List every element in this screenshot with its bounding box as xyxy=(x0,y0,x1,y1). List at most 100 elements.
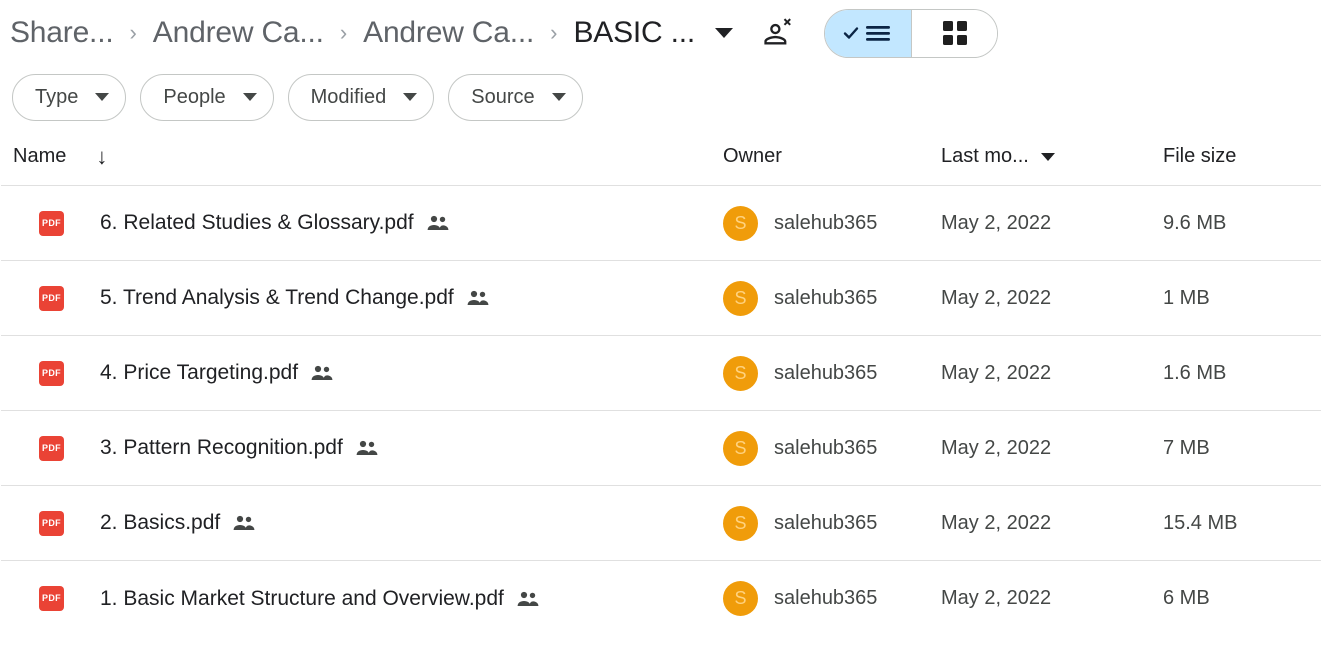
column-header-label: Name xyxy=(13,145,67,167)
filter-chip-label: Modified xyxy=(310,85,387,108)
file-size-cell: 1.6 MB xyxy=(1163,362,1321,385)
modified-cell: May 2, 2022 xyxy=(941,512,1163,535)
column-header-owner[interactable]: Owner xyxy=(723,145,941,168)
file-name-cell: PDF 2. Basics.pdf xyxy=(13,510,723,536)
file-size-label: 1.6 MB xyxy=(1163,361,1227,384)
modified-date-label: May 2, 2022 xyxy=(941,211,1052,234)
file-list-table: Name ↓ Owner Last mo... File size PDF 6.… xyxy=(0,128,1322,636)
column-header-modified[interactable]: Last mo... xyxy=(941,145,1163,168)
owner-cell: S salehub365 xyxy=(723,430,941,466)
file-name-cell: PDF 1. Basic Market Structure and Overvi… xyxy=(13,586,723,611)
avatar: S xyxy=(723,430,758,466)
file-size-label: 6 MB xyxy=(1163,587,1210,609)
table-row[interactable]: PDF 3. Pattern Recognition.pdf S salehub… xyxy=(1,411,1321,486)
breadcrumb-item-0[interactable]: Share... xyxy=(10,16,114,50)
table-body: PDF 6. Related Studies & Glossary.pdf S … xyxy=(0,186,1322,636)
file-name-cell: PDF 5. Trend Analysis & Trend Change.pdf xyxy=(13,285,723,311)
file-size-cell: 15.4 MB xyxy=(1163,512,1321,535)
owner-cell: S salehub365 xyxy=(723,505,941,541)
chevron-down-icon[interactable] xyxy=(715,28,734,38)
chevron-down-icon xyxy=(551,93,566,101)
owner-name-label: salehub365 xyxy=(774,511,878,534)
table-row[interactable]: PDF 4. Price Targeting.pdf S salehub365 … xyxy=(1,336,1321,411)
pdf-icon-label: PDF xyxy=(42,367,61,378)
file-name-cell: PDF 6. Related Studies & Glossary.pdf xyxy=(13,210,723,236)
modified-cell: May 2, 2022 xyxy=(941,212,1163,235)
modified-cell: May 2, 2022 xyxy=(941,362,1163,385)
modified-date-label: May 2, 2022 xyxy=(941,587,1052,609)
pdf-icon: PDF xyxy=(39,285,64,311)
pdf-icon-label: PDF xyxy=(42,292,61,303)
pdf-icon-label: PDF xyxy=(42,442,61,453)
filter-chip-bar: Type People Modified Source xyxy=(0,66,1322,128)
avatar: S xyxy=(723,205,758,241)
table-header-row: Name ↓ Owner Last mo... File size xyxy=(1,128,1321,186)
file-size-label: 15.4 MB xyxy=(1163,511,1238,534)
avatar: S xyxy=(723,355,758,391)
table-row[interactable]: PDF 2. Basics.pdf S salehub365 May 2, 20… xyxy=(1,486,1321,561)
file-name-cell: PDF 4. Price Targeting.pdf xyxy=(13,360,723,386)
shared-people-icon xyxy=(467,290,489,306)
file-size-label: 9.6 MB xyxy=(1163,211,1227,234)
chevron-down-icon xyxy=(1040,152,1055,161)
shared-people-icon xyxy=(233,515,255,531)
pdf-icon: PDF xyxy=(39,586,64,611)
owner-cell: S salehub365 xyxy=(723,355,941,391)
breadcrumb-item-current[interactable]: BASIC ... xyxy=(573,16,695,50)
chevron-down-icon xyxy=(242,93,257,101)
owner-name-label: salehub365 xyxy=(774,211,878,234)
filter-chip-type[interactable]: Type xyxy=(12,73,127,121)
file-size-cell: 9.6 MB xyxy=(1163,212,1321,235)
pdf-icon: PDF xyxy=(39,360,64,386)
shared-people-icon xyxy=(517,591,539,607)
table-row[interactable]: PDF 1. Basic Market Structure and Overvi… xyxy=(1,561,1321,636)
owner-name-label: salehub365 xyxy=(774,436,878,459)
pdf-icon-label: PDF xyxy=(42,217,61,228)
filter-chip-people[interactable]: People xyxy=(140,73,274,121)
file-name-cell: PDF 3. Pattern Recognition.pdf xyxy=(13,435,723,461)
modified-date-label: May 2, 2022 xyxy=(941,286,1052,309)
modified-date-label: May 2, 2022 xyxy=(941,436,1052,459)
column-header-label: File size xyxy=(1163,145,1237,167)
filter-chip-label: Type xyxy=(35,85,79,108)
file-size-label: 7 MB xyxy=(1163,436,1210,459)
breadcrumb-item-2[interactable]: Andrew Ca... xyxy=(363,16,534,50)
owner-name-label: salehub365 xyxy=(774,361,878,384)
breadcrumb-item-1[interactable]: Andrew Ca... xyxy=(153,16,324,50)
file-name-label: 1. Basic Market Structure and Overview.p… xyxy=(100,586,504,610)
avatar: S xyxy=(723,581,758,616)
pdf-icon-label: PDF xyxy=(42,517,61,528)
file-name-label: 2. Basics.pdf xyxy=(100,511,221,534)
breadcrumb-separator: › xyxy=(129,20,137,45)
arrow-down-icon[interactable]: ↓ xyxy=(96,145,107,168)
modified-cell: May 2, 2022 xyxy=(941,587,1163,610)
file-size-cell: 1 MB xyxy=(1163,287,1321,310)
file-size-label: 1 MB xyxy=(1163,286,1210,309)
grid-view-button[interactable] xyxy=(911,9,998,57)
table-row[interactable]: PDF 6. Related Studies & Glossary.pdf S … xyxy=(1,186,1321,261)
filter-chip-label: Source xyxy=(471,85,535,108)
pdf-icon: PDF xyxy=(39,510,64,536)
chevron-down-icon xyxy=(95,93,110,101)
chevron-down-icon xyxy=(403,93,418,101)
avatar: S xyxy=(723,280,758,316)
shared-people-icon xyxy=(311,365,333,381)
list-view-button[interactable] xyxy=(825,9,912,57)
column-header-file-size[interactable]: File size xyxy=(1163,145,1321,168)
filter-chip-modified[interactable]: Modified xyxy=(287,73,435,121)
column-header-name[interactable]: Name ↓ xyxy=(13,145,723,168)
breadcrumb-header: Share... › Andrew Ca... › Andrew Ca... ›… xyxy=(0,0,1322,66)
view-toggle xyxy=(824,8,999,58)
owner-cell: S salehub365 xyxy=(723,581,941,616)
modified-cell: May 2, 2022 xyxy=(941,437,1163,460)
filter-chip-label: People xyxy=(163,85,226,108)
filter-chip-source[interactable]: Source xyxy=(448,73,583,121)
person-add-icon[interactable] xyxy=(763,17,796,50)
table-row[interactable]: PDF 5. Trend Analysis & Trend Change.pdf… xyxy=(1,261,1321,336)
file-size-cell: 7 MB xyxy=(1163,437,1321,460)
modified-date-label: May 2, 2022 xyxy=(941,511,1052,534)
breadcrumb-separator: › xyxy=(550,20,558,45)
file-name-label: 6. Related Studies & Glossary.pdf xyxy=(100,211,414,234)
file-name-label: 5. Trend Analysis & Trend Change.pdf xyxy=(100,286,454,309)
owner-cell: S salehub365 xyxy=(723,280,941,316)
